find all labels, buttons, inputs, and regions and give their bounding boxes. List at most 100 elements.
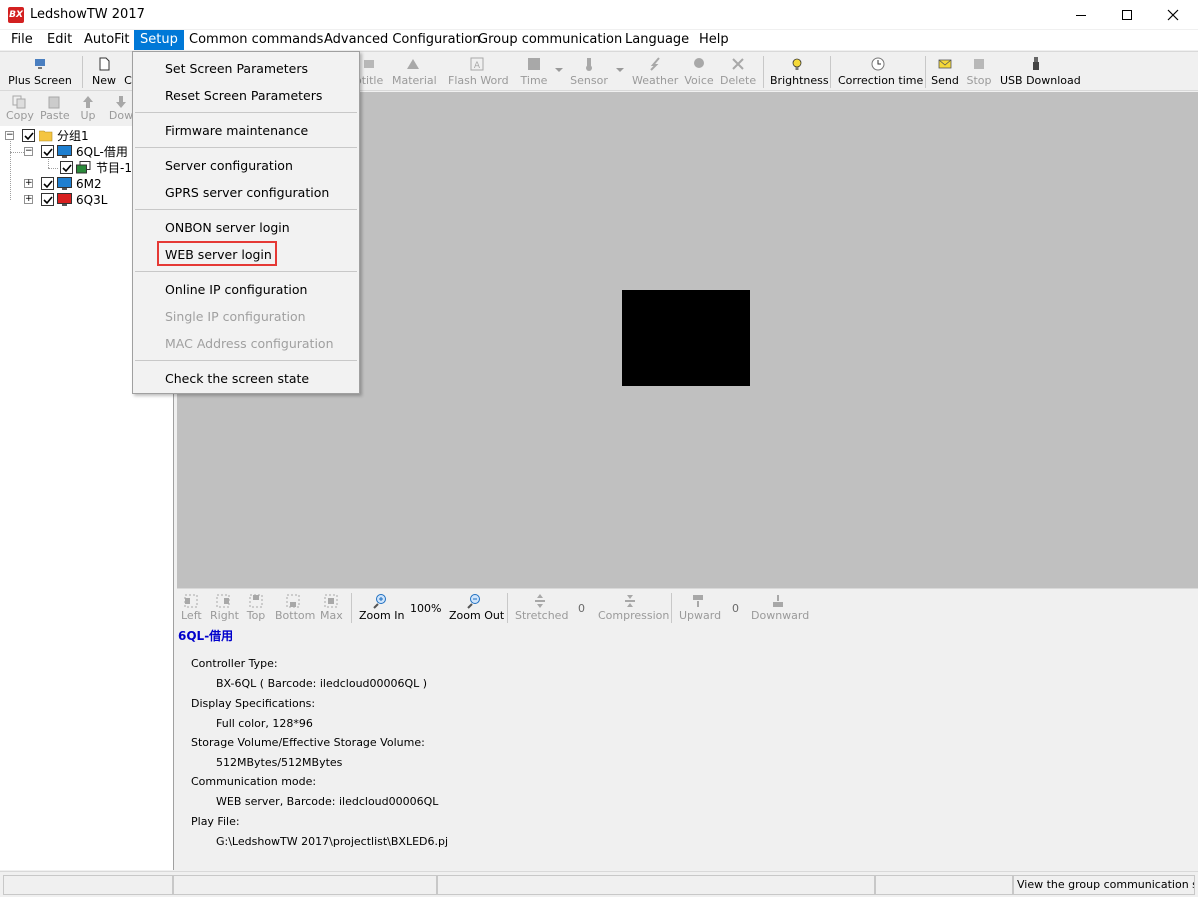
send-button[interactable]: Send	[931, 54, 959, 90]
copy-button[interactable]: Copy	[6, 94, 34, 122]
program-icon	[76, 161, 91, 174]
play-file-value: G:\LedshowTW 2017\projectlist\BXLED6.pj	[216, 835, 449, 848]
plus-screen-button[interactable]: Plus Screen	[8, 54, 72, 90]
up-button[interactable]: Up	[80, 94, 96, 122]
screen-6m2-checkbox[interactable]	[41, 177, 54, 190]
zoom-in-button[interactable]: Zoom In	[359, 592, 404, 622]
sensor-dropdown-arrow-icon[interactable]	[616, 68, 624, 72]
maximize-button[interactable]	[1104, 0, 1150, 30]
menu-group-communication[interactable]: Group communication	[472, 30, 628, 50]
new-button[interactable]: New	[88, 54, 120, 90]
collapse-icon[interactable]: −	[5, 131, 14, 140]
menu-item-gprs-server-configuration[interactable]: GPRS server configuration	[165, 185, 329, 200]
align-top-icon	[249, 594, 263, 608]
close-button[interactable]	[1150, 0, 1196, 30]
maximize-icon	[1122, 10, 1132, 20]
align-top-label: Top	[246, 609, 266, 622]
stretched-value: 0	[578, 602, 585, 615]
align-right-button[interactable]: Right	[210, 592, 239, 622]
brightness-button[interactable]: Brightness	[770, 54, 829, 90]
maximize-area-label: Max	[320, 609, 343, 622]
menu-separator	[135, 360, 357, 361]
screen-info-panel: 6QL-借用 Controller Type: BX-6QL ( Barcode…	[177, 626, 1198, 870]
align-left-icon	[184, 594, 198, 608]
svg-text:A: A	[474, 61, 481, 71]
usb-download-button[interactable]: USB Download	[1000, 54, 1081, 90]
move-down-icon	[773, 595, 783, 607]
time-label: Time	[520, 74, 548, 87]
menu-file[interactable]: File	[5, 30, 39, 50]
delete-button[interactable]: Delete	[720, 54, 756, 90]
minimize-button[interactable]	[1058, 0, 1104, 30]
menu-item-single-ip-configuration[interactable]: Single IP configuration	[165, 309, 306, 324]
menu-item-mac-address-configuration[interactable]: MAC Address configuration	[165, 336, 334, 351]
toolbar-separator	[351, 593, 352, 623]
screen-monitor-icon	[57, 145, 72, 158]
screen-monitor-red-icon	[57, 193, 72, 206]
material-button[interactable]: Material	[392, 54, 437, 90]
menu-item-reset-screen-parameters[interactable]: Reset Screen Parameters	[165, 88, 322, 103]
send-label: Send	[931, 74, 959, 87]
screen-6ql-checkbox[interactable]	[41, 145, 54, 158]
voice-label: Voice	[684, 74, 714, 87]
menu-item-check-screen-state[interactable]: Check the screen state	[165, 371, 309, 386]
sensor-label: Sensor	[570, 74, 608, 87]
upward-label: Upward	[679, 609, 722, 622]
menu-autofit[interactable]: AutoFit	[78, 30, 135, 50]
flash-word-button[interactable]: A Flash Word	[448, 54, 509, 90]
menu-item-web-server-login[interactable]: WEB server login	[165, 247, 272, 262]
copy-icon	[12, 95, 26, 109]
downward-label: Downward	[751, 609, 810, 622]
expand-icon[interactable]: +	[24, 195, 33, 204]
menu-separator	[135, 271, 357, 272]
menu-help[interactable]: Help	[693, 30, 735, 50]
sensor-icon	[586, 58, 592, 71]
toolbar-separator	[830, 56, 831, 88]
correction-time-button[interactable]: Correction time	[838, 54, 923, 90]
send-envelope-icon	[938, 59, 952, 69]
program-1-checkbox[interactable]	[60, 161, 73, 174]
menu-language[interactable]: Language	[619, 30, 695, 50]
menu-item-onbon-server-login[interactable]: ONBON server login	[165, 220, 290, 235]
storage-label: Storage Volume/Effective Storage Volume:	[191, 736, 425, 749]
menu-item-online-ip-configuration[interactable]: Online IP configuration	[165, 282, 307, 297]
expand-icon[interactable]: +	[24, 179, 33, 188]
group-checkbox[interactable]	[22, 129, 35, 142]
down-button[interactable]: Dow	[108, 94, 134, 122]
align-left-label: Left	[181, 609, 202, 622]
minimize-icon	[1076, 15, 1086, 16]
maximize-area-button[interactable]: Max	[320, 592, 343, 622]
zoom-level: 100%	[410, 602, 442, 615]
time-button[interactable]: Time	[518, 54, 550, 90]
checkmark-icon	[43, 180, 53, 189]
upward-button[interactable]: Upward	[679, 592, 721, 622]
screen-6q3l-checkbox[interactable]	[41, 193, 54, 206]
collapse-icon[interactable]: −	[24, 147, 33, 156]
menu-item-set-screen-parameters[interactable]: Set Screen Parameters	[165, 61, 308, 76]
align-top-button[interactable]: Top	[246, 592, 266, 622]
stop-button[interactable]: Stop	[966, 54, 992, 90]
compression-button[interactable]: Compression	[598, 592, 669, 622]
menu-item-firmware-maintenance[interactable]: Firmware maintenance	[165, 123, 308, 138]
paste-button[interactable]: Paste	[40, 94, 70, 122]
voice-button[interactable]: Voice	[684, 54, 714, 90]
downward-button[interactable]: Downward	[751, 592, 809, 622]
group-comm-status-link[interactable]: View the group communication status	[1013, 875, 1195, 895]
sensor-button[interactable]: Sensor	[570, 54, 608, 90]
screen-preview[interactable]	[622, 290, 750, 386]
time-dropdown-arrow-icon[interactable]	[555, 68, 563, 72]
stretched-button[interactable]: Stretched	[515, 592, 568, 622]
menu-advanced-configuration[interactable]: Advanced Configuration	[318, 30, 487, 50]
menu-edit[interactable]: Edit	[41, 30, 78, 50]
zoom-out-button[interactable]: Zoom Out	[449, 592, 504, 622]
align-left-button[interactable]: Left	[181, 592, 202, 622]
align-bottom-button[interactable]: Bottom	[275, 592, 315, 622]
checkmark-icon	[62, 164, 72, 173]
zoom-out-icon	[467, 594, 480, 609]
menu-setup[interactable]: Setup	[134, 30, 184, 50]
weather-button[interactable]: Weather	[632, 54, 678, 90]
menu-item-server-configuration[interactable]: Server configuration	[165, 158, 293, 173]
stop-label: Stop	[966, 74, 992, 87]
menu-common-commands[interactable]: Common commands	[183, 30, 329, 50]
tree-connector	[10, 152, 24, 153]
